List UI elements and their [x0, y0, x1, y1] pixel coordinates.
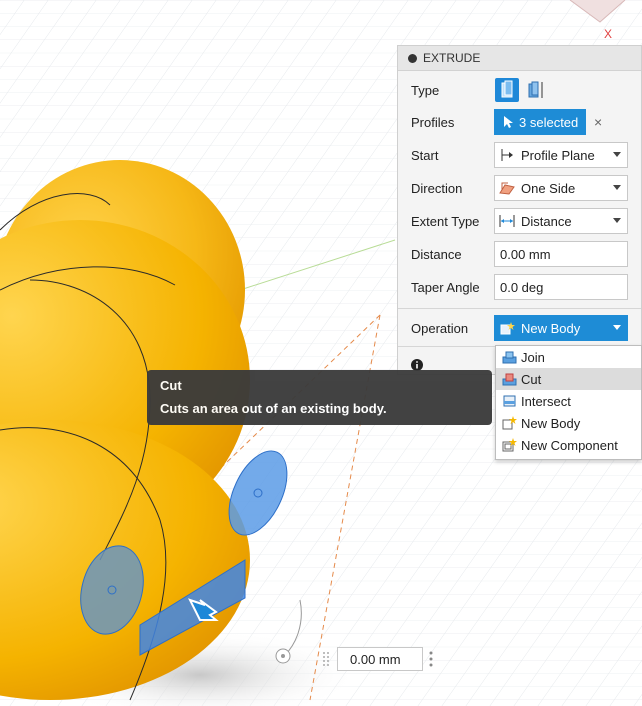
menu-item-label: Join — [521, 349, 545, 365]
menu-item-new-component[interactable]: New Component — [496, 434, 641, 456]
more-options-icon[interactable] — [426, 648, 436, 670]
profile-plane-icon — [501, 149, 513, 161]
extrude-solid-type-button[interactable] — [495, 78, 519, 102]
type-label: Type — [411, 82, 440, 98]
extrude-thin-type-button[interactable] — [523, 78, 547, 102]
new-component-icon — [502, 438, 517, 452]
new-body-icon — [502, 416, 517, 430]
direction-label: Direction — [411, 180, 463, 196]
extent-type-label: Extent Type — [411, 213, 480, 229]
direction-select[interactable]: One Side — [494, 175, 628, 201]
taper-angle-label: Taper Angle — [411, 279, 480, 295]
distance-label: Distance — [411, 246, 462, 262]
chevron-down-icon — [613, 152, 621, 157]
chevron-down-icon — [613, 218, 621, 223]
thin-extrude-icon — [528, 81, 543, 98]
cursor-arrow-icon — [504, 116, 513, 128]
menu-item-label: Cut — [521, 371, 542, 387]
taper-angle-input[interactable]: 0.0 deg — [494, 274, 628, 300]
extent-type-select[interactable]: Distance — [494, 208, 628, 234]
menu-item-label: New Body — [521, 415, 581, 431]
chevron-down-icon — [613, 185, 621, 190]
tooltip-description: Cuts an area out of an existing body. — [160, 401, 387, 416]
operation-label: Operation — [411, 320, 469, 336]
operation-dropdown-menu: Join Cut Intersect New Body New Componen… — [495, 345, 642, 460]
menu-item-cut[interactable]: Cut — [496, 368, 641, 390]
panel-header[interactable]: EXTRUDE — [398, 46, 641, 71]
row-start: Start Profile Plane — [398, 140, 641, 170]
start-select[interactable]: Profile Plane — [494, 142, 628, 168]
one-side-icon — [499, 182, 515, 195]
row-profiles: Profiles 3 selected × — [398, 107, 641, 137]
menu-item-join[interactable]: Join — [496, 346, 641, 368]
new-body-icon — [500, 322, 515, 335]
row-direction: Direction One Side — [398, 173, 641, 203]
operation-value: New Body — [521, 320, 581, 336]
start-value: Profile Plane — [521, 147, 595, 163]
start-label: Start — [411, 147, 439, 163]
menu-item-label: New Component — [521, 437, 618, 453]
row-operation: Operation New Body — [398, 313, 641, 343]
menu-item-label: Intersect — [521, 393, 571, 409]
row-type: Type — [398, 75, 641, 105]
distance-icon — [499, 215, 515, 227]
solid-extrude-icon — [501, 80, 513, 98]
tooltip: Cut Cuts an area out of an existing body… — [147, 370, 492, 425]
intersect-icon — [503, 395, 516, 407]
drag-handle-icon[interactable] — [320, 647, 334, 671]
extrude-panel: EXTRUDE Type Profiles 3 selected × Start… — [397, 45, 642, 375]
row-taper-angle: Taper Angle 0.0 deg — [398, 272, 641, 302]
menu-item-new-body[interactable]: New Body — [496, 412, 641, 434]
extent-type-value: Distance — [521, 213, 572, 229]
menu-item-intersect[interactable]: Intersect — [496, 390, 641, 412]
operation-select[interactable]: New Body — [494, 315, 628, 341]
canvas-distance-input[interactable]: 0.00 mm — [337, 647, 423, 671]
row-extent-type: Extent Type Distance — [398, 206, 641, 236]
profiles-selection-button[interactable]: 3 selected — [494, 109, 587, 135]
profiles-count: 3 selected — [519, 114, 579, 130]
row-distance: Distance 0.00 mm — [398, 239, 641, 269]
panel-title: EXTRUDE — [423, 51, 481, 65]
direction-value: One Side — [521, 180, 576, 196]
distance-input[interactable]: 0.00 mm — [494, 241, 628, 267]
axis-x-label: X — [604, 27, 612, 41]
divider — [398, 308, 641, 309]
cut-icon — [502, 373, 517, 386]
clear-selection-button[interactable]: × — [594, 114, 602, 130]
join-icon — [502, 351, 517, 364]
tooltip-title: Cut — [160, 378, 182, 393]
chevron-down-icon — [613, 325, 621, 330]
collapse-dot-icon[interactable] — [408, 53, 417, 63]
profiles-label: Profiles — [411, 114, 455, 130]
